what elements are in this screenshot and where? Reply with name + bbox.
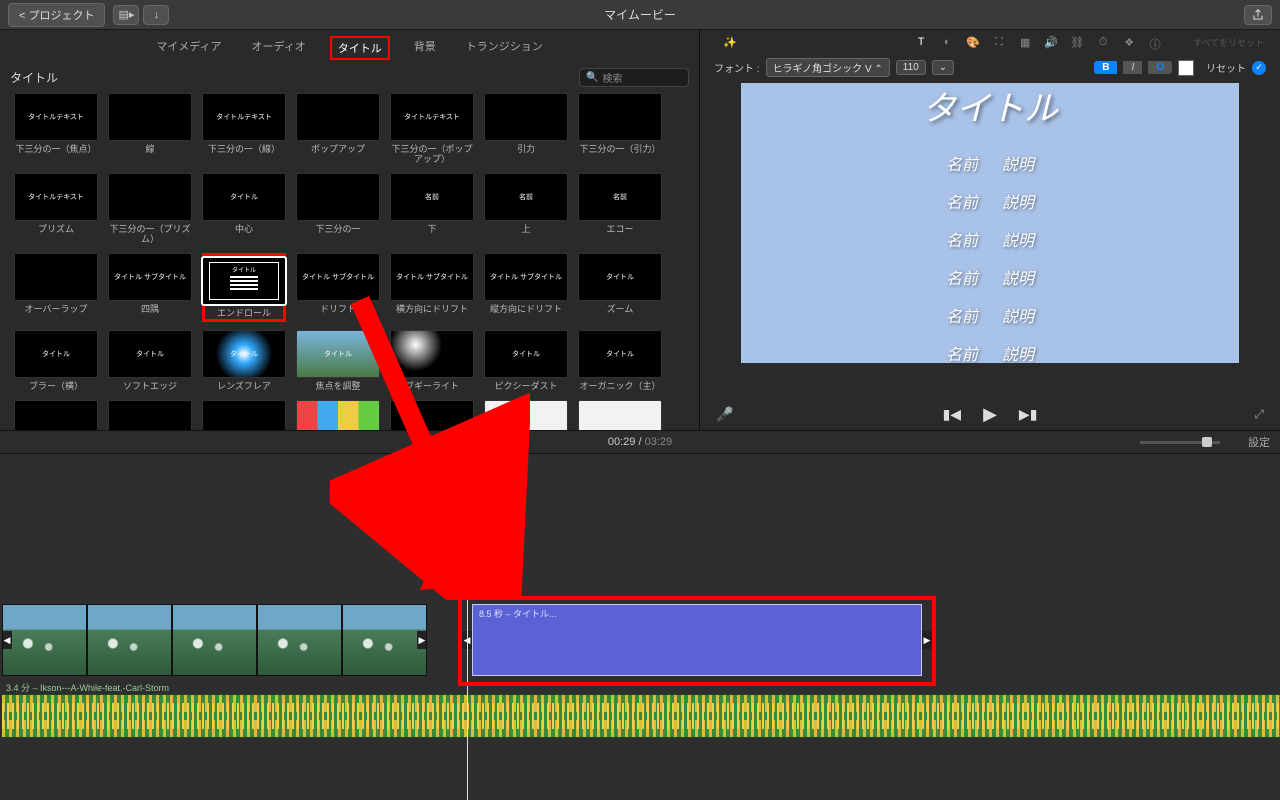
projects-back-button[interactable]: < プロジェクト [8,3,105,27]
title-tile[interactable]: 雲 [296,400,380,430]
title-tile[interactable]: 日付／時間 [202,400,286,430]
wand-icon[interactable]: ✨ [722,36,738,52]
color-balance-icon[interactable]: ◐ [939,36,955,52]
title-tile[interactable]: タイトルエンドロール [202,253,286,323]
outline-button[interactable]: O [1148,61,1172,74]
reset-button[interactable]: リセット [1206,60,1246,75]
noise-icon[interactable]: ⛓ [1069,36,1085,52]
credit-row: 名前説明 [946,265,1034,289]
title-tile[interactable]: タイトル焦点を調整 [296,330,380,392]
title-tile[interactable]: オーガニック（低） [14,400,98,430]
video-track: 1.0 秒◀ ▶ [2,604,427,676]
title-tile[interactable] [390,400,474,430]
browser-tab-2[interactable]: タイトル [330,36,390,60]
play-button[interactable]: ▶ [983,404,997,425]
title-tile[interactable]: オーバーラップ [14,253,98,323]
video-clip[interactable]: 1.0 秒◀ [2,604,87,676]
title-tile[interactable]: タイトルソフトエッジ [108,330,192,392]
color-correct-icon[interactable]: 🎨 [965,36,981,52]
credit-row: 名前説明 [946,189,1034,213]
font-label: フォント : [714,60,760,75]
credit-row: 名前説明 [946,151,1034,175]
info-icon[interactable]: ⓘ [1147,36,1163,52]
title-tile[interactable]: タイトルテキストプリズム [14,173,98,245]
bold-button[interactable]: B [1094,61,1117,74]
title-tile[interactable]: タイトルレンズフレア [202,330,286,392]
browser-tab-0[interactable]: マイメディア [150,36,227,60]
title-tile[interactable]: タイトルピクシーダスト [484,330,568,392]
italic-button[interactable]: I [1123,61,1142,74]
font-family-select[interactable]: ヒラギノ角ゴシック V ⌃ [766,58,890,77]
reset-check-icon[interactable]: ✓ [1252,61,1266,75]
window-title: マイムービー [604,6,676,23]
annotation-highlight-title-clip [458,596,936,686]
speed-icon[interactable]: ⏱ [1095,36,1111,52]
title-tile[interactable]: 線 [108,93,192,165]
title-tile[interactable]: タイトル中心 [202,173,286,245]
title-tile[interactable]: 名前上 [484,173,568,245]
import-icon[interactable]: ↓ [143,5,169,25]
title-tile[interactable]: タイトルテキスト下三分の一（焦点） [14,93,98,165]
stabilize-icon[interactable]: ▦ [1017,36,1033,52]
timeline-settings-button[interactable]: 設定 [1248,434,1270,450]
timecode: 00:29 / 03:29 [608,436,672,448]
title-tile[interactable]: 下三分の一（プリズム） [108,173,192,245]
title-tile[interactable]: タイトル サブタイトル四隅 [108,253,192,323]
title-tile[interactable]: タイトル サブタイトル横方向にドリフト [390,253,474,323]
filter-icon[interactable]: ❖ [1121,36,1137,52]
browser-tab-1[interactable]: オーディオ [246,36,312,60]
volume-icon[interactable]: 🔊 [1043,36,1059,52]
font-size-select[interactable]: 110 [896,60,926,75]
title-tile[interactable]: タイトルテキスト下三分の一（ポップアップ） [390,93,474,165]
crop-icon[interactable]: ⛶ [991,36,1007,52]
preview-title-text: タイトル [922,83,1058,130]
search-input[interactable]: 🔍 検索 [579,68,689,87]
title-tile[interactable]: タイトル サブタイトル縦方向にドリフト [484,253,568,323]
fullscreen-icon[interactable]: ⤢ [1254,407,1264,422]
title-tile[interactable]: ティッカー [108,400,192,430]
title-tile[interactable]: 下三分の一（引力） [578,93,662,165]
text-inspector-icon[interactable]: T [913,36,929,52]
text-color-swatch[interactable] [1178,60,1194,76]
title-tile[interactable]: ソフトバー - 白 [578,400,662,430]
video-clip[interactable] [87,604,172,676]
voiceover-icon[interactable]: 🎤 [716,406,733,423]
credit-row: 名前説明 [946,303,1034,327]
search-icon: 🔍 [586,72,598,83]
video-clip[interactable] [172,604,257,676]
browser-panel-title: タイトル [10,69,58,86]
title-tile[interactable]: ブギーライト [390,330,474,392]
audio-track[interactable]: 3.4 分 – Ikson---A-While-feat.-Carl-Storm [2,694,1280,738]
title-tile[interactable]: 引力 [484,93,568,165]
title-tile[interactable]: 下三分の一 [296,173,380,245]
zoom-slider[interactable] [1140,441,1220,444]
video-clip[interactable] [257,604,342,676]
font-size-stepper[interactable]: ⌄ [932,60,954,75]
title-tile[interactable]: グラデーション - 白 [484,400,568,430]
placeholder-text: すべてをリセット [1193,36,1264,52]
title-tile[interactable]: タイトルオーガニック（主） [578,330,662,392]
next-button[interactable]: ▶▮ [1019,406,1037,423]
credit-row: 名前説明 [946,341,1034,363]
prev-button[interactable]: ▮◀ [943,406,961,423]
video-clip[interactable]: ▶ [342,604,427,676]
title-tile[interactable]: ポップアップ [296,93,380,165]
browser-tab-3[interactable]: 背景 [408,36,442,60]
title-tile[interactable]: 名前下 [390,173,474,245]
browser-tab-4[interactable]: トランジション [460,36,549,60]
share-button[interactable] [1244,5,1272,25]
title-tile[interactable]: タイトルテキスト下三分の一（線） [202,93,286,165]
preview-canvas[interactable]: タイトル 名前説明名前説明名前説明名前説明名前説明名前説明 [741,83,1239,363]
credit-row: 名前説明 [946,227,1034,251]
title-tile[interactable]: タイトルズーム [578,253,662,323]
title-tile[interactable]: タイトル サブタイトルドリフト [296,253,380,323]
title-tile[interactable]: タイトルブラー（横） [14,330,98,392]
title-tile[interactable]: 名前エコー [578,173,662,245]
library-view-icon[interactable]: ▤▸ [113,5,139,25]
